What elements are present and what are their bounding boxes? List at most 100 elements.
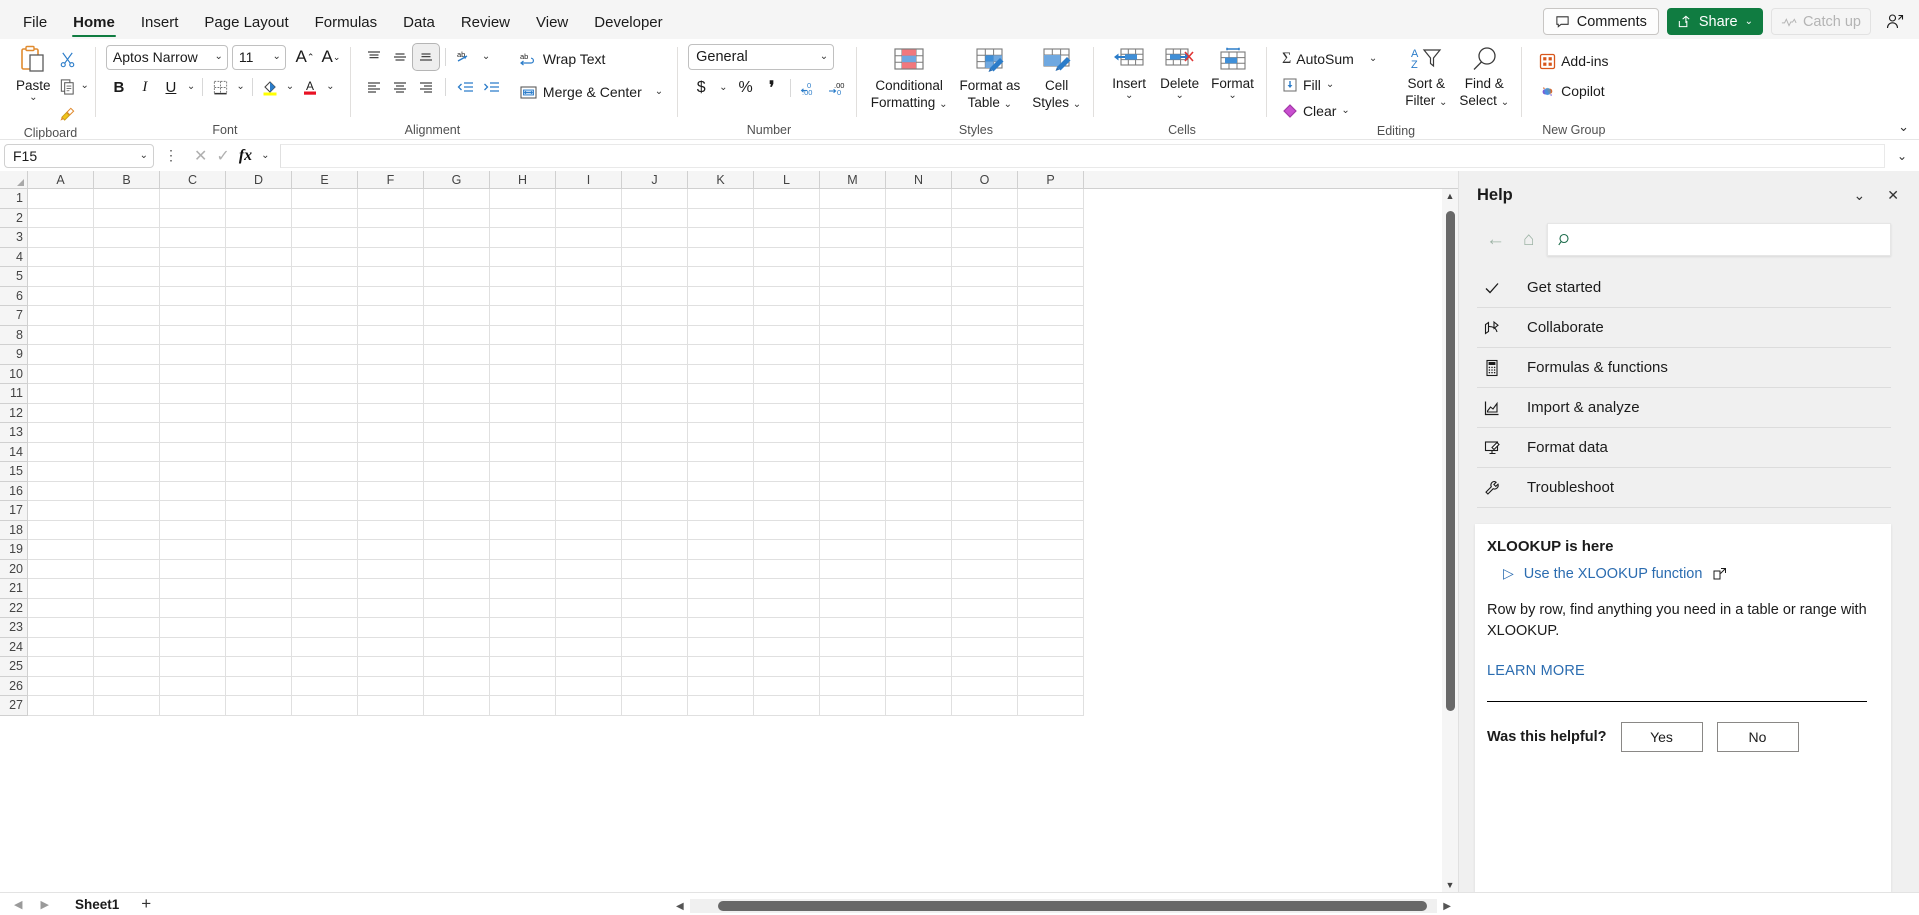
cell-N18[interactable]	[886, 520, 952, 540]
cell-I11[interactable]	[556, 384, 622, 404]
row-header-26[interactable]: 26	[0, 676, 28, 696]
vertical-scroll-thumb[interactable]	[1445, 211, 1455, 711]
cell-J19[interactable]	[622, 540, 688, 560]
help-search-input[interactable]	[1578, 230, 1880, 249]
cell-O18[interactable]	[952, 520, 1018, 540]
cell-G16[interactable]	[424, 481, 490, 501]
cell-G10[interactable]	[424, 364, 490, 384]
ribbon-tab-page-layout[interactable]: Page Layout	[191, 15, 301, 39]
cell-F8[interactable]	[358, 325, 424, 345]
row-header-25[interactable]: 25	[0, 657, 28, 677]
cell-I15[interactable]	[556, 462, 622, 482]
cell-B14[interactable]	[94, 442, 160, 462]
cell-D10[interactable]	[226, 364, 292, 384]
column-header-E[interactable]: E	[292, 171, 358, 188]
cell-G26[interactable]	[424, 676, 490, 696]
increase-decimal-button[interactable]: 0 .00	[796, 75, 823, 101]
cell-F25[interactable]	[358, 657, 424, 677]
cell-I12[interactable]	[556, 403, 622, 423]
cell-K14[interactable]	[688, 442, 754, 462]
row-header-6[interactable]: 6	[0, 286, 28, 306]
cell-L8[interactable]	[754, 325, 820, 345]
scroll-down-arrow-icon[interactable]: ▼	[1446, 878, 1455, 892]
row-header-27[interactable]: 27	[0, 696, 28, 716]
cell-K19[interactable]	[688, 540, 754, 560]
cell-O6[interactable]	[952, 286, 1018, 306]
cell-L25[interactable]	[754, 657, 820, 677]
cell-H26[interactable]	[490, 676, 556, 696]
cell-E18[interactable]	[292, 520, 358, 540]
row-header-14[interactable]: 14	[0, 442, 28, 462]
cell-E14[interactable]	[292, 442, 358, 462]
help-item-formulas-functions[interactable]: Formulas & functions	[1477, 348, 1891, 388]
cell-M25[interactable]	[820, 657, 886, 677]
cell-H19[interactable]	[490, 540, 556, 560]
cell-P12[interactable]	[1018, 403, 1084, 423]
formula-input[interactable]	[279, 143, 1885, 168]
cell-M18[interactable]	[820, 520, 886, 540]
cell-N4[interactable]	[886, 247, 952, 267]
font-name-input[interactable]: Aptos Narrow ⌄	[105, 44, 228, 70]
copy-button[interactable]	[55, 73, 81, 99]
cell-F17[interactable]	[358, 501, 424, 521]
cell-K12[interactable]	[688, 403, 754, 423]
cell-D23[interactable]	[226, 618, 292, 638]
add-sheet-button[interactable]: +	[131, 894, 161, 914]
cell-G18[interactable]	[424, 520, 490, 540]
cell-A11[interactable]	[28, 384, 94, 404]
cell-A18[interactable]	[28, 520, 94, 540]
merge-center-button[interactable]: Merge & Center	[514, 79, 647, 105]
cell-O16[interactable]	[952, 481, 1018, 501]
enter-icon[interactable]: ✓	[216, 146, 229, 166]
cell-M16[interactable]	[820, 481, 886, 501]
cell-M17[interactable]	[820, 501, 886, 521]
fill-button[interactable]: Fill ⌄	[1277, 72, 1339, 98]
cell-E22[interactable]	[292, 598, 358, 618]
cell-N26[interactable]	[886, 676, 952, 696]
cell-C9[interactable]	[160, 345, 226, 365]
cell-D18[interactable]	[226, 520, 292, 540]
cell-D27[interactable]	[226, 696, 292, 716]
vertical-scrollbar[interactable]: ▲ ▼	[1442, 189, 1458, 892]
scroll-up-arrow-icon[interactable]: ▲	[1446, 189, 1455, 203]
cell-A16[interactable]	[28, 481, 94, 501]
cell-D17[interactable]	[226, 501, 292, 521]
cell-F18[interactable]	[358, 520, 424, 540]
cell-E24[interactable]	[292, 637, 358, 657]
cell-G24[interactable]	[424, 637, 490, 657]
column-header-J[interactable]: J	[622, 171, 688, 188]
cell-L23[interactable]	[754, 618, 820, 638]
cell-F1[interactable]	[358, 189, 424, 209]
cell-L22[interactable]	[754, 598, 820, 618]
cell-J5[interactable]	[622, 267, 688, 287]
cell-L16[interactable]	[754, 481, 820, 501]
cell-A23[interactable]	[28, 618, 94, 638]
cell-N11[interactable]	[886, 384, 952, 404]
cell-M6[interactable]	[820, 286, 886, 306]
cell-L18[interactable]	[754, 520, 820, 540]
cell-F24[interactable]	[358, 637, 424, 657]
insert-function-icon[interactable]: fx	[239, 147, 252, 165]
cell-F12[interactable]	[358, 403, 424, 423]
cell-P15[interactable]	[1018, 462, 1084, 482]
cell-K11[interactable]	[688, 384, 754, 404]
cell-G3[interactable]	[424, 228, 490, 248]
cell-L27[interactable]	[754, 696, 820, 716]
cell-K17[interactable]	[688, 501, 754, 521]
column-header-G[interactable]: G	[424, 171, 490, 188]
bottom-align-button[interactable]	[411, 43, 440, 71]
row-header-11[interactable]: 11	[0, 384, 28, 404]
cell-D5[interactable]	[226, 267, 292, 287]
cell-M7[interactable]	[820, 306, 886, 326]
cell-N17[interactable]	[886, 501, 952, 521]
help-item-collaborate[interactable]: Collaborate	[1477, 308, 1891, 348]
cell-G12[interactable]	[424, 403, 490, 423]
cell-D4[interactable]	[226, 247, 292, 267]
cell-K9[interactable]	[688, 345, 754, 365]
cell-L11[interactable]	[754, 384, 820, 404]
cell-H12[interactable]	[490, 403, 556, 423]
cell-E27[interactable]	[292, 696, 358, 716]
cell-I4[interactable]	[556, 247, 622, 267]
help-home-icon[interactable]: ⌂	[1518, 227, 1539, 253]
cell-J4[interactable]	[622, 247, 688, 267]
